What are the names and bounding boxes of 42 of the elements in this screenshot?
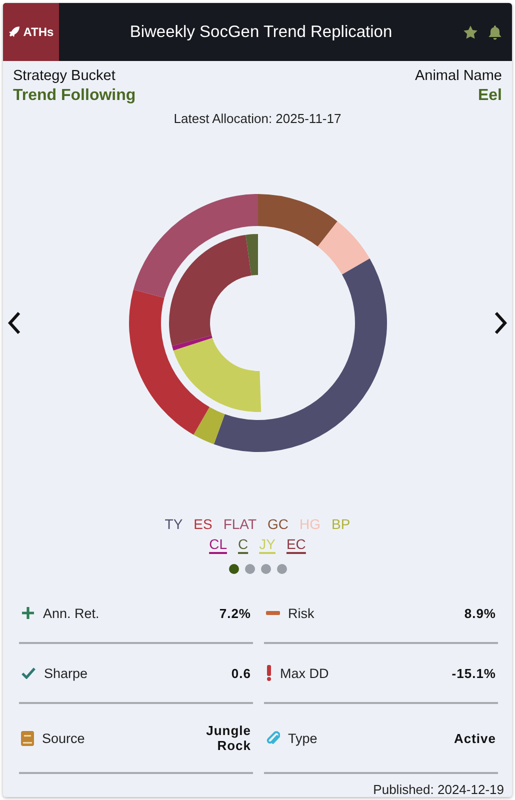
stat-value: 0.6 bbox=[230, 666, 251, 680]
aths-button[interactable]: ATHs bbox=[3, 3, 59, 62]
stat-value: Active bbox=[452, 730, 496, 746]
exclamation-icon bbox=[266, 665, 272, 681]
book-icon bbox=[21, 730, 34, 746]
stat-label: Ann. Ret. bbox=[43, 606, 100, 620]
paperclip-icon bbox=[266, 730, 280, 746]
legend-item[interactable]: C bbox=[238, 536, 248, 552]
stat-label: Type bbox=[288, 730, 318, 746]
check-icon bbox=[21, 667, 36, 679]
stat-label: Max DD bbox=[280, 666, 330, 680]
stat-value: Jungle Rock bbox=[205, 723, 251, 753]
stat-value: -15.1% bbox=[450, 666, 496, 680]
field-value: Eel bbox=[478, 87, 502, 106]
page-dot[interactable] bbox=[244, 564, 254, 574]
stat-label: Sharpe bbox=[44, 666, 89, 680]
legend-item[interactable]: GC bbox=[268, 516, 289, 532]
field-label: Animal Name bbox=[414, 68, 502, 84]
page-dot[interactable] bbox=[260, 564, 270, 574]
legend-item[interactable]: CL bbox=[209, 536, 227, 552]
stat-value: 8.9% bbox=[463, 606, 496, 620]
plus-icon bbox=[21, 606, 35, 620]
chevron-left-icon[interactable] bbox=[7, 311, 21, 336]
star-icon[interactable] bbox=[463, 24, 478, 40]
bell-icon[interactable] bbox=[488, 24, 502, 40]
allocation-date: Latest Allocation: 2025-11-17 bbox=[172, 111, 342, 126]
stat-value: 7.2% bbox=[218, 606, 251, 620]
stat-label: Source bbox=[42, 730, 86, 746]
legend-item[interactable]: FLAT bbox=[223, 516, 257, 532]
page-dot[interactable] bbox=[228, 564, 238, 574]
legend-item[interactable]: EC bbox=[286, 536, 306, 552]
field-label: Strategy Bucket bbox=[13, 68, 116, 84]
published-date: Published: 2024-12-19 bbox=[372, 781, 505, 797]
strategy-title: Biweekly SocGen Trend Replication bbox=[128, 22, 394, 42]
page-dot[interactable] bbox=[276, 564, 286, 574]
legend-item[interactable]: TY bbox=[164, 516, 183, 532]
legend-item[interactable]: ES bbox=[194, 516, 212, 532]
field-value: Trend Following bbox=[13, 87, 136, 106]
rocket-icon bbox=[8, 26, 20, 38]
stat-label: Risk bbox=[288, 606, 316, 620]
chevron-right-icon[interactable] bbox=[494, 311, 508, 336]
minus-icon bbox=[266, 611, 280, 615]
